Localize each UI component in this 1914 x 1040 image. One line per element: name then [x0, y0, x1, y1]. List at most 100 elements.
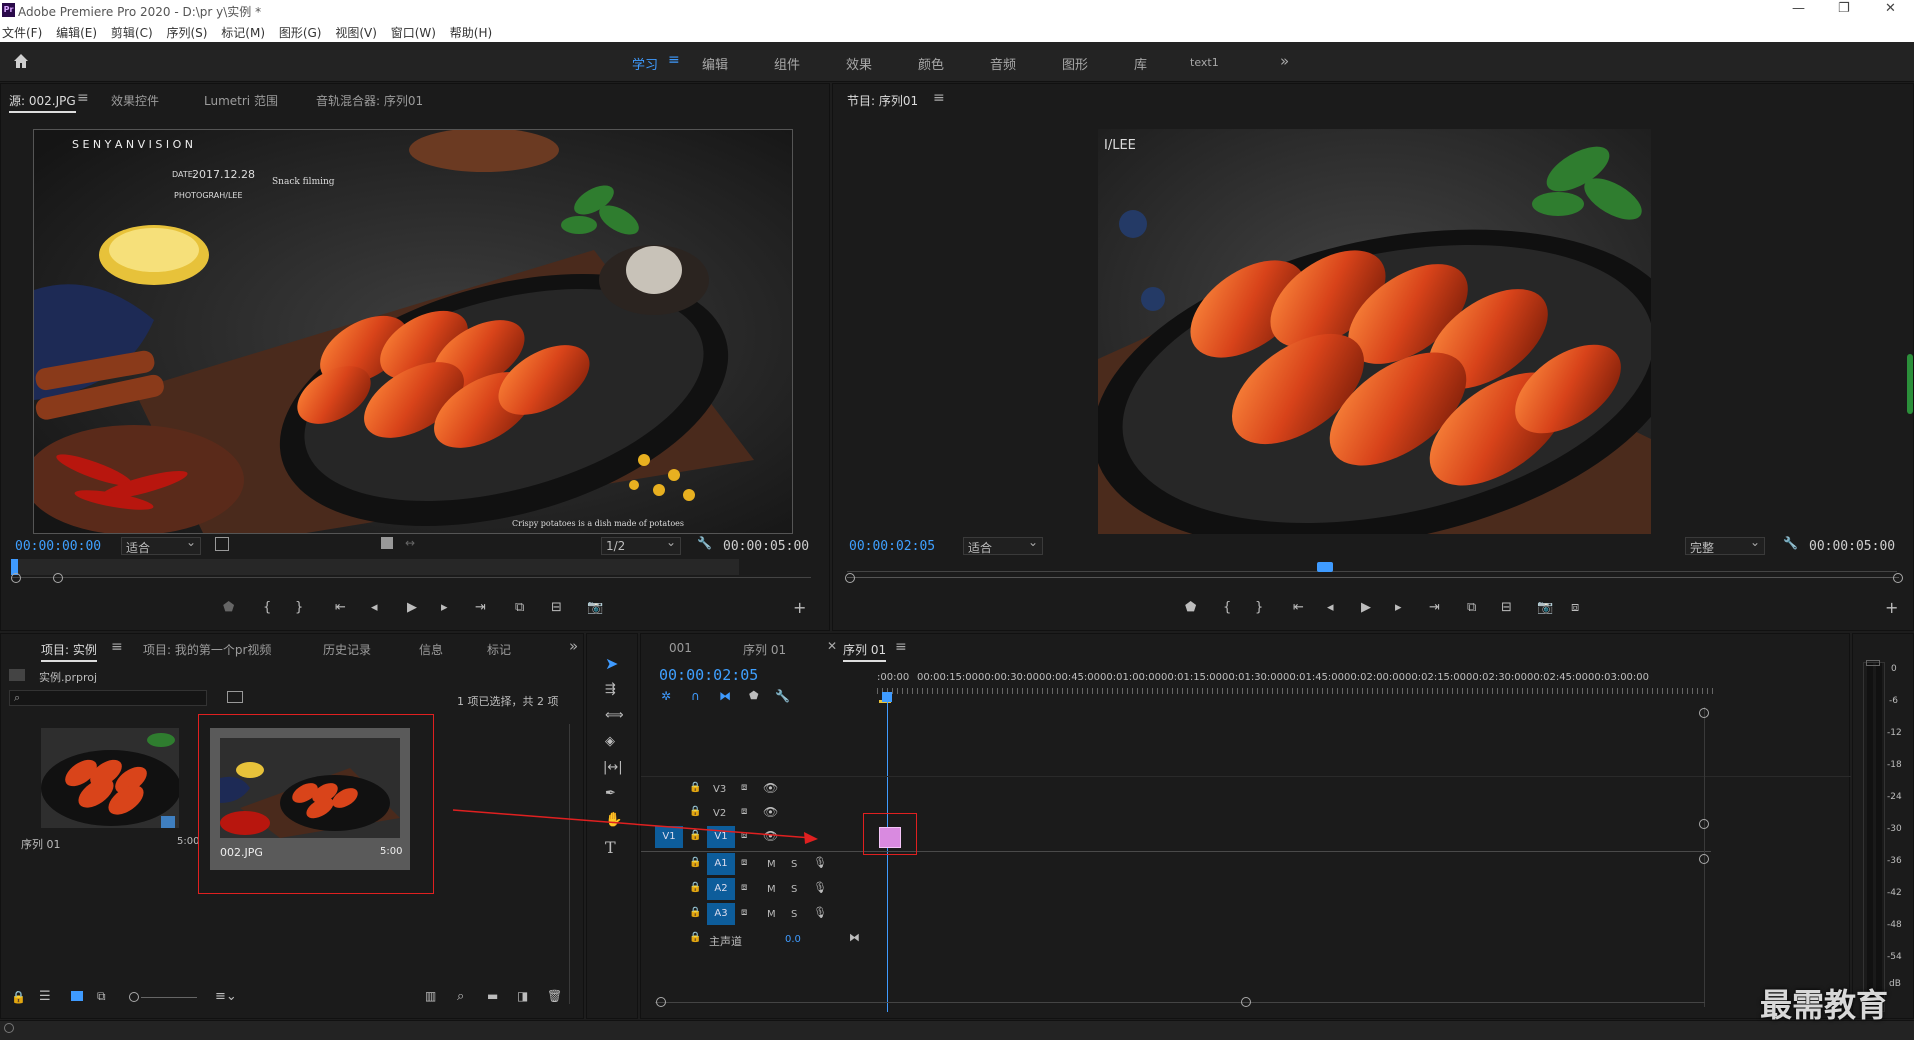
program-quality-dropdown[interactable]: 完整	[1685, 535, 1765, 555]
tab-audio-track-mixer[interactable]: 音轨混合器: 序列01	[316, 92, 423, 109]
zoom-slider-track[interactable]	[141, 997, 197, 998]
video-scroll-handle-top[interactable]	[1699, 708, 1709, 718]
menu-graphics[interactable]: 图形(G)	[279, 22, 322, 41]
menu-view[interactable]: 视图(V)	[335, 22, 377, 41]
track-lock-icon[interactable]: 🔒	[689, 806, 701, 817]
new-item-icon[interactable]: ◨	[517, 989, 528, 1003]
program-lift-icon[interactable]: ⧉	[1467, 600, 1476, 615]
tab-close-icon[interactable]: ✕	[827, 639, 837, 653]
master-volume-value[interactable]: 0.0	[785, 934, 801, 945]
program-playhead[interactable]	[1317, 562, 1333, 572]
source-camera-icon[interactable]: 📷	[587, 600, 603, 615]
workspace-tab-assembly[interactable]: 组件	[774, 54, 800, 73]
track-lock-icon[interactable]: 🔒	[689, 932, 701, 943]
minimize-icon[interactable]: —	[1792, 1, 1805, 16]
timeline-zoom-handle-left[interactable]	[656, 997, 666, 1007]
source-mark-in-icon[interactable]: {	[263, 600, 271, 615]
snap-icon[interactable]: ∩	[691, 689, 700, 703]
track-label[interactable]: V1	[707, 826, 735, 848]
export-frame-icon[interactable]	[381, 537, 393, 549]
track-solo-button[interactable]: S	[791, 884, 797, 895]
source-mark-out-icon[interactable]: }	[295, 600, 303, 615]
track-sync-icon[interactable]: ⧈	[741, 907, 747, 918]
program-timecode[interactable]: 00:00:02:05	[849, 539, 935, 554]
track-sync-icon[interactable]: ⧈	[741, 782, 747, 793]
track-lock-icon[interactable]: 🔒	[689, 882, 701, 893]
track-lock-icon[interactable]: 🔒	[689, 782, 701, 793]
track-mic-icon[interactable]: 🎙	[813, 881, 827, 894]
ripple-edit-tool-icon[interactable]: ⟺	[605, 708, 624, 723]
tab-program[interactable]: 节目: 序列01	[847, 92, 918, 109]
source-timecode[interactable]: 00:00:00:00	[15, 539, 101, 554]
source-play-icon[interactable]: ▶	[407, 600, 417, 615]
tab-sequence-01-a[interactable]: 序列 01	[743, 641, 786, 658]
project-menu-icon[interactable]: ≡	[111, 639, 123, 655]
selection-tool-icon[interactable]: ➤	[605, 654, 618, 673]
clear-icon[interactable]: 🗑	[547, 989, 562, 1003]
list-view-icon[interactable]: ☰	[39, 989, 51, 1004]
audio-scroll-handle-top[interactable]	[1699, 854, 1709, 864]
program-play-icon[interactable]: ▶	[1361, 600, 1371, 615]
program-extract-icon[interactable]: ⊟	[1501, 600, 1512, 615]
menu-marker[interactable]: 标记(M)	[221, 22, 265, 41]
workspace-tab-text1[interactable]: text1	[1190, 56, 1219, 69]
workspace-tab-learn[interactable]: 学习	[632, 54, 658, 73]
program-mark-in-icon[interactable]: {	[1223, 600, 1231, 615]
master-go-to-end-icon[interactable]: ⧓	[849, 931, 860, 944]
slip-tool-icon[interactable]: |↔|	[603, 760, 623, 775]
source-fit-dropdown[interactable]: 适合	[121, 535, 201, 555]
track-eye-icon[interactable]: 👁	[763, 781, 778, 795]
lock-icon[interactable]: 🔒	[11, 990, 26, 1004]
track-solo-button[interactable]: S	[791, 909, 797, 920]
source-zoom-bar[interactable]	[11, 577, 811, 578]
program-add-marker-icon[interactable]: ⬟	[1185, 600, 1196, 615]
source-step-forward-icon[interactable]: ▸	[441, 600, 448, 615]
program-zoom-handle-right[interactable]	[1893, 573, 1903, 583]
source-resolution-dropdown[interactable]: 1/2	[601, 535, 681, 555]
source-overwrite-icon[interactable]: ⊟	[551, 600, 562, 615]
track-mute-button[interactable]: M	[767, 909, 776, 920]
tab-sequence-01-active[interactable]: 序列 01	[843, 641, 887, 662]
nest-icon[interactable]: ✲	[661, 689, 671, 703]
menu-sequence[interactable]: 序列(S)	[166, 22, 207, 41]
hand-tool-icon[interactable]: ✋	[605, 812, 622, 828]
program-compare-icon[interactable]: ⧈	[1571, 600, 1579, 615]
project-search-input[interactable]: ⌕	[9, 690, 207, 706]
timeline-ruler[interactable]: :00:00 00:00:15:00 00:00:30:00 00:00:45:…	[877, 668, 1713, 698]
source-time-ruler[interactable]	[11, 559, 739, 575]
type-tool-icon[interactable]: T	[605, 838, 616, 857]
find-icon[interactable]: ⌕	[457, 989, 464, 1004]
timeline-horizontal-scrollbar[interactable]	[655, 1002, 1705, 1003]
source-go-to-in-icon[interactable]: ⇤	[335, 600, 346, 615]
program-settings-wrench-icon[interactable]: 🔧	[1783, 536, 1798, 550]
automate-to-sequence-icon[interactable]: ▥	[425, 989, 436, 1003]
track-mute-button[interactable]: M	[767, 884, 776, 895]
track-sync-icon[interactable]: ⧈	[741, 882, 747, 893]
source-insert-icon[interactable]: ⧉	[515, 600, 524, 615]
track-mute-button[interactable]: M	[767, 859, 776, 870]
track-label[interactable]: A1	[707, 853, 735, 875]
source-step-back-icon[interactable]: ◂	[371, 600, 378, 615]
workspace-tab-audio[interactable]: 音频	[990, 54, 1016, 73]
program-go-to-in-icon[interactable]: ⇤	[1293, 600, 1304, 615]
drag-video-icon[interactable]: ↔	[405, 536, 415, 550]
restore-icon[interactable]: ❐	[1838, 1, 1850, 16]
meter-clip-indicator[interactable]	[1866, 660, 1880, 666]
timeline-zoom-handle-right[interactable]	[1241, 997, 1251, 1007]
project-item-sequence[interactable]: 序列 01 5:00	[11, 728, 201, 870]
tab-markers[interactable]: 标记	[487, 641, 511, 658]
program-zoom-handle-left[interactable]	[845, 573, 855, 583]
source-preview-image[interactable]: S E N Y A N V I S I O N DATE: 2017.12.28…	[33, 129, 793, 534]
workspace-tab-effects[interactable]: 效果	[846, 54, 872, 73]
zoom-slider-handle[interactable]	[129, 992, 139, 1002]
workspace-menu-icon[interactable]: ≡	[668, 52, 680, 68]
razor-tool-icon[interactable]: ◈	[605, 734, 615, 749]
timeline-timecode[interactable]: 00:00:02:05	[659, 666, 758, 684]
linked-selection-icon[interactable]: ⧓	[719, 689, 731, 703]
program-fit-dropdown[interactable]: 适合	[963, 535, 1043, 555]
tab-effect-controls[interactable]: 效果控件	[111, 92, 159, 109]
timeline-playhead-line[interactable]	[887, 700, 888, 1012]
close-icon[interactable]: ✕	[1885, 1, 1896, 16]
track-lock-icon[interactable]: 🔒	[689, 907, 701, 918]
icon-view-icon[interactable]	[71, 991, 83, 1001]
